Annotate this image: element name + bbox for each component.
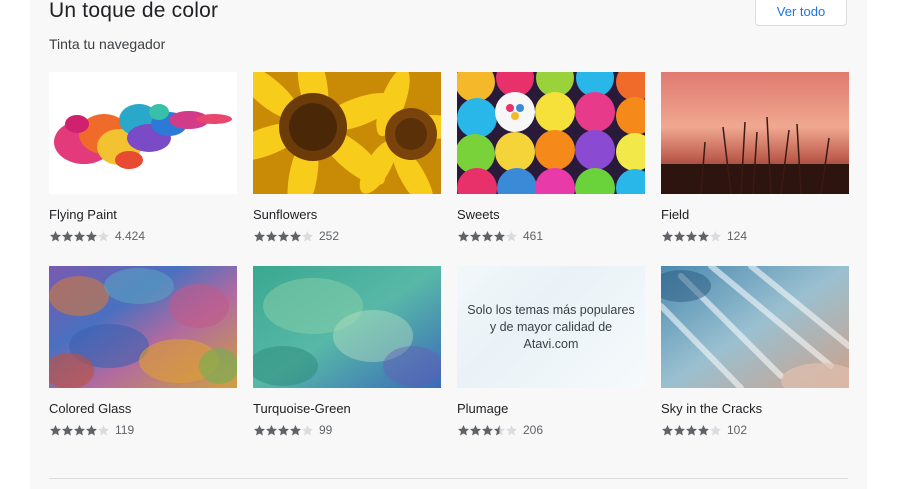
theme-card-sky-in-the-cracks[interactable]: Sky in the Cracks 102 [661, 266, 849, 437]
star-rating [661, 230, 721, 243]
star-icon [302, 230, 313, 241]
theme-name[interactable]: Sunflowers [253, 207, 441, 222]
theme-thumbnail[interactable] [253, 72, 441, 194]
star-rating [253, 424, 313, 437]
theme-thumbnail[interactable]: Solo los temas más populares y de mayor … [457, 266, 645, 388]
section-subtitle: Tinta tu navegador [49, 36, 166, 52]
theme-card-field[interactable]: Field 124 [661, 72, 849, 243]
star-icon [506, 230, 517, 241]
theme-name[interactable]: Sweets [457, 207, 645, 222]
theme-rating: 99 [253, 423, 441, 437]
theme-name[interactable]: Sky in the Cracks [661, 401, 849, 416]
theme-thumbnail[interactable] [661, 72, 849, 194]
rating-count: 119 [115, 423, 135, 437]
theme-name[interactable]: Plumage [457, 401, 645, 416]
theme-thumbnail[interactable] [49, 72, 237, 194]
theme-name[interactable]: Turquoise-Green [253, 401, 441, 416]
theme-name[interactable]: Field [661, 207, 849, 222]
theme-card-flying-paint[interactable]: Flying Paint 4.424 [49, 72, 237, 243]
theme-thumbnail[interactable] [457, 72, 645, 194]
section-divider [49, 478, 848, 479]
star-icon [710, 230, 721, 241]
theme-card-plumage[interactable]: Solo los temas más populares y de mayor … [457, 266, 645, 437]
star-rating [457, 424, 517, 437]
theme-rating: 4.424 [49, 229, 237, 243]
star-rating [49, 424, 109, 437]
theme-name[interactable]: Flying Paint [49, 207, 237, 222]
star-icon [98, 424, 109, 435]
star-rating [49, 230, 109, 243]
star-icon [98, 230, 109, 241]
rating-count: 206 [523, 423, 544, 437]
promo-overlay-text: Solo los temas más populares y de mayor … [457, 266, 645, 388]
theme-rating: 461 [457, 229, 645, 243]
rating-count: 99 [319, 423, 333, 437]
theme-card-sweets[interactable]: Sweets 461 [457, 72, 645, 243]
rating-count: 461 [523, 229, 544, 243]
rating-count: 124 [727, 229, 748, 243]
theme-thumbnail[interactable] [661, 266, 849, 388]
theme-name[interactable]: Colored Glass [49, 401, 237, 416]
star-icon [506, 424, 517, 435]
right-margin [867, 0, 900, 489]
theme-card-colored-glass[interactable]: Colored Glass 119 [49, 266, 237, 437]
theme-rating: 124 [661, 229, 849, 243]
star-rating [661, 424, 721, 437]
view-all-button[interactable]: Ver todo [755, 0, 847, 26]
theme-card-turquoise-green[interactable]: Turquoise-Green 99 [253, 266, 441, 437]
star-rating [457, 230, 517, 243]
theme-thumbnail[interactable] [49, 266, 237, 388]
theme-thumbnail[interactable] [253, 266, 441, 388]
theme-rating: 206 [457, 423, 645, 437]
theme-rating: 102 [661, 423, 849, 437]
theme-card-sunflowers[interactable]: Sunflowers 252 [253, 72, 441, 243]
rating-count: 4.424 [115, 229, 146, 243]
star-icon [710, 424, 721, 435]
section-title: Un toque de color [49, 0, 219, 22]
rating-count: 102 [727, 423, 748, 437]
rating-count: 252 [319, 229, 340, 243]
theme-rating: 119 [49, 423, 237, 437]
star-icon [302, 424, 313, 435]
star-rating [253, 230, 313, 243]
theme-rating: 252 [253, 229, 441, 243]
